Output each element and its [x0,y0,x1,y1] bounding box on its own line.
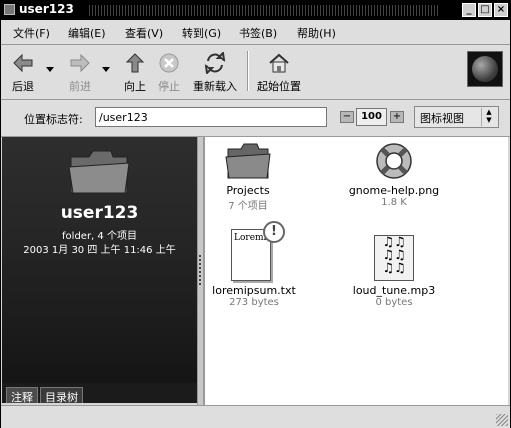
music-note-glyph: ♫ [394,261,406,276]
file-info: 273 bytes [229,297,279,308]
back-history-dropdown[interactable] [46,67,54,72]
up-label: 向上 [124,80,146,93]
back-arrow-icon [7,50,39,76]
throbber-ball-icon [472,56,498,82]
file-item[interactable]: ♫♫ ♫♫ ♫♫ loud_tune.mp3 0 bytes [345,235,443,308]
location-label: 位置标志符: [24,113,83,126]
pane-splitter[interactable] [197,137,204,405]
title-stripes [87,5,439,16]
stop-label: 停止 [158,80,180,93]
forward-button[interactable]: 前进 [64,50,96,94]
folder-icon [225,141,271,181]
file-name: loremipsum.txt [212,284,296,297]
status-bar [1,405,510,428]
resize-grip-icon[interactable] [496,414,508,426]
window-menu-button[interactable] [4,4,15,15]
menu-go[interactable]: 转到(G) [182,25,221,41]
back-button[interactable]: 后退 [7,50,39,94]
file-name: loud_tune.mp3 [352,284,436,297]
toolbar-separator [247,51,249,91]
sidebar-folder-info: folder, 4 个项目 [62,231,137,242]
sidebar-folder-date: 2003 1月 30 四 上午 11:46 上午 [23,245,176,256]
file-info: 1.8 K [381,197,407,208]
music-file-page: ♫♫ ♫♫ ♫♫ [374,235,414,281]
forward-arrow-icon [64,50,96,76]
file-name: Projects [226,184,270,197]
splitter-grip[interactable] [199,255,201,285]
location-bar: 位置标志符: − 100 + 图标视图 ▲▼ [1,100,510,137]
zoom-in-button[interactable]: + [390,111,404,123]
up-arrow-icon [120,50,150,76]
music-file-icon: ♫♫ ♫♫ ♫♫ [372,235,416,281]
location-input[interactable] [95,107,327,127]
file-name: gnome-help.png [348,184,440,197]
menu-help[interactable]: 帮助(H) [297,25,336,41]
file-info: 0 bytes [375,297,413,308]
file-item[interactable]: Projects 7 个项目 [207,141,289,212]
title-bar[interactable]: user123 _ □ × [1,1,510,20]
text-file-icon: Loremi ! [225,221,285,281]
forward-history-dropdown[interactable] [102,67,110,72]
menu-bar: 文件(F) 编辑(E) 查看(V) 转到(G) 书签(B) 帮助(H) [1,20,510,45]
back-label: 后退 [12,80,34,93]
up-button[interactable]: 向上 [120,50,150,94]
home-button[interactable]: 起始位置 [253,50,305,94]
home-label: 起始位置 [257,80,301,93]
close-button[interactable]: × [494,3,508,17]
minimize-button[interactable]: _ [462,3,476,17]
reload-icon [189,50,241,76]
sidebar-folder-name: user123 [60,203,139,223]
maximize-button[interactable]: □ [478,3,492,17]
activity-throbber [467,51,503,87]
sidebar-tabs: 注释 目录树 [2,383,197,404]
reload-button[interactable]: 重新载入 [189,50,241,94]
file-info: 7 个项目 [228,201,268,212]
stop-button[interactable]: 停止 [154,50,184,94]
file-view: Projects 7 个项目 gnome-help.png 1.8 K Lore… [204,137,508,405]
zoom-out-button[interactable]: − [340,111,354,123]
reload-label: 重新载入 [193,80,237,93]
menu-file[interactable]: 文件(F) [13,25,50,41]
stop-icon [154,50,184,76]
warning-emblem-icon: ! [263,221,285,243]
tab-notes[interactable]: 注释 [6,387,38,404]
zoom-level[interactable]: 100 [356,108,387,126]
tab-tree[interactable]: 目录树 [40,387,83,404]
view-mode-select[interactable]: 图标视图 ▲ ▼ [414,106,499,128]
forward-label: 前进 [69,80,91,93]
music-note-glyph: ♫ [382,261,394,276]
window-title: user123 [19,2,74,16]
menu-edit[interactable]: 编辑(E) [68,25,106,41]
view-mode-value: 图标视图 [420,112,464,125]
folder-icon [67,147,131,197]
file-item[interactable]: gnome-help.png 1.8 K [345,141,443,208]
sidebar: user123 folder, 4 个项目 2003 1月 30 四 上午 11… [2,137,197,383]
home-icon [253,50,305,76]
menu-view[interactable]: 查看(V) [125,25,163,41]
file-manager-window: user123 _ □ × 文件(F) 编辑(E) 查看(V) 转到(G) 书签… [0,0,511,428]
spin-arrows-icon: ▲ ▼ [481,108,496,126]
lifebuoy-icon [374,141,414,181]
menu-bookmarks[interactable]: 书签(B) [239,25,277,41]
file-item[interactable]: Loremi ! loremipsum.txt 273 bytes [211,221,297,308]
toolbar: 后退 前进 向上 停止 重新载入 起始位置 [1,45,510,100]
